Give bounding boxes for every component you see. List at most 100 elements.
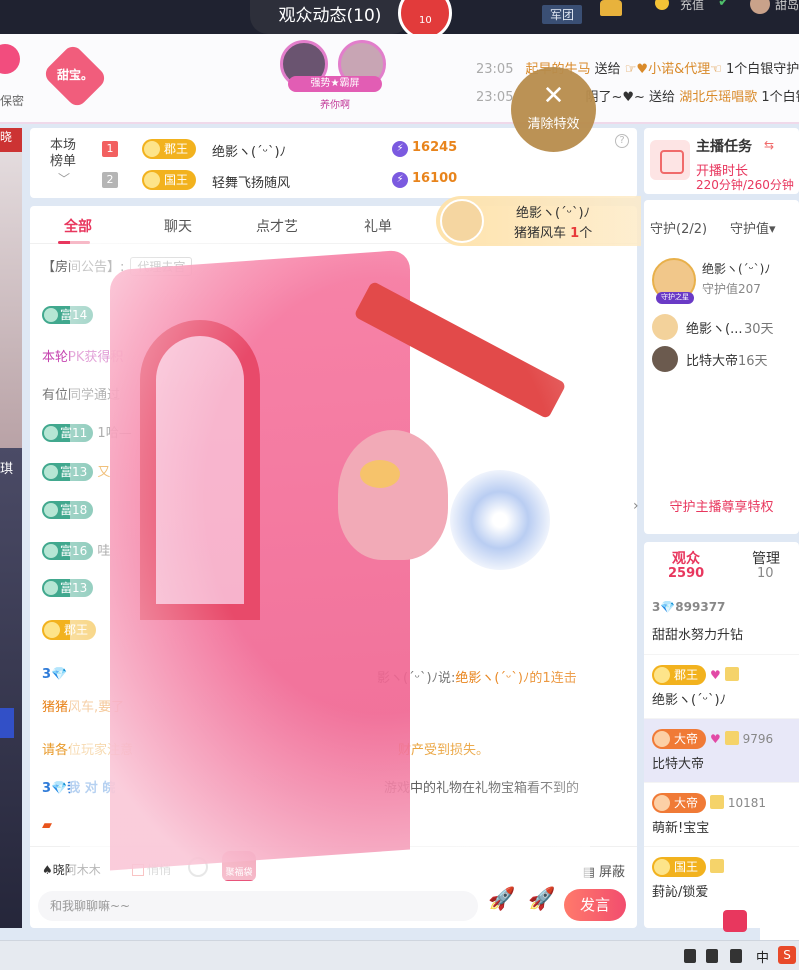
- rank-user-name[interactable]: 轻舞飞扬随风: [212, 172, 290, 191]
- gift-receiver[interactable]: 湖北乐瑶唱歌: [679, 90, 757, 105]
- tab-admin[interactable]: 管理: [752, 548, 780, 568]
- rocket-icon[interactable]: 🚀: [488, 887, 516, 917]
- audience-level: 3💎899377: [652, 600, 726, 614]
- ime-indicator[interactable]: 中: [756, 947, 769, 966]
- lucky-bag-label: 聚福袋: [225, 868, 253, 878]
- sender-avatar[interactable]: [440, 199, 484, 243]
- guard-name: 比特大帝: [686, 354, 739, 369]
- reply-message: 3💎我 对 皖: [42, 777, 115, 796]
- audience-row[interactable]: 大帝 10181 萌新!宝宝: [644, 782, 799, 846]
- gift-combo-text: 影ヽ(ˊᵕˋ)ﾉ说:绝影ヽ(ˊᵕˋ)ﾉ的1连击: [377, 667, 577, 686]
- host-task-card[interactable]: 主播任务 ⇆ 开播时长 220分钟/260分钟: [644, 128, 799, 194]
- admin-icon: [710, 859, 725, 873]
- tab-gift-list[interactable]: 礼单: [364, 216, 392, 236]
- noble-tag: 国王: [142, 170, 197, 190]
- admin-count: 10: [757, 566, 774, 581]
- chat-input-area: ♠晓阿木木 悄悄 聚福袋 ▤ 屏蔽 和我聊聊嘛~~ 🚀 🚀 发言: [30, 846, 637, 928]
- user-avatar[interactable]: [750, 0, 770, 14]
- system-message: 本轮PK获得积: [42, 350, 124, 365]
- check-icon: ✔: [718, 0, 730, 10]
- tab-talent[interactable]: 点才艺: [256, 216, 298, 236]
- gift-name: 1个白银: [761, 90, 799, 105]
- rank-user-name[interactable]: 绝影ヽ(ˊᵕˋ)ﾉ: [212, 141, 286, 160]
- close-icon: ✕: [542, 81, 565, 111]
- follow-button[interactable]: [0, 44, 20, 74]
- lock-icon[interactable]: [600, 0, 622, 16]
- ranking-row[interactable]: 2 国王 轻舞飞扬随风 ⚡ 16100: [102, 170, 522, 192]
- audience-level: 郡王 ♥: [652, 665, 739, 685]
- tab-chat[interactable]: 聊天: [164, 216, 192, 236]
- toast-gift-unit: 个: [579, 226, 593, 241]
- lucky-bag-button[interactable]: 聚福袋: [222, 851, 256, 881]
- chat-message: 富11 1哈—: [42, 422, 132, 442]
- cp-banner[interactable]: 强势★霸屏 养你啊: [250, 40, 420, 112]
- network-icon[interactable]: [706, 949, 718, 963]
- microphone-icon[interactable]: [684, 949, 696, 963]
- guard-privilege-link[interactable]: 守护主播尊享特权: [644, 496, 799, 515]
- video-side-button[interactable]: [0, 708, 14, 738]
- mention-chip[interactable]: ♠晓阿木木: [42, 861, 101, 878]
- guard-row[interactable]: 绝影ヽ(... 30天: [652, 314, 797, 340]
- gift-receiver[interactable]: ☞♥小诺&代理☜: [625, 62, 722, 77]
- admin-icon: [710, 795, 725, 809]
- chevron-right-icon[interactable]: ›: [633, 498, 639, 514]
- top-guard-name[interactable]: 绝影ヽ(ˊᵕˋ)ﾉ: [702, 260, 770, 277]
- guard-sort[interactable]: 守护值▾: [730, 218, 776, 237]
- guard-header[interactable]: 守护(2/2): [650, 218, 707, 237]
- top-bar: 观众动态(10) 10 军团 充值 ✔ 甜岛: [0, 0, 799, 40]
- noble-tag: 郡王: [42, 620, 97, 640]
- top-guard-avatar[interactable]: 守护之星: [652, 258, 696, 304]
- emoji-icon[interactable]: [188, 857, 208, 877]
- audience-name: 葑訫/锁爱: [652, 885, 709, 900]
- ranking-row[interactable]: 1 郡王 绝影ヽ(ˊᵕˋ)ﾉ ⚡ 16245: [102, 139, 522, 161]
- gift-toast: 绝影ヽ(ˊᵕˋ)ﾉ 猪猪风车 1个: [436, 196, 641, 246]
- block-label: 屏蔽: [598, 865, 625, 880]
- rocket-icon[interactable]: 🚀: [528, 887, 556, 917]
- chevron-down-icon[interactable]: ﹀: [58, 170, 70, 187]
- whisper-checkbox[interactable]: 悄悄: [132, 861, 171, 878]
- audience-row[interactable]: 国王 葑訫/锁爱: [644, 846, 799, 910]
- audience-row[interactable]: 3💎899377 甜甜水努力升钻: [644, 590, 799, 654]
- user-name[interactable]: 甜岛: [775, 0, 799, 13]
- toast-gift: 猪猪风车 1个: [514, 222, 592, 241]
- noble-tag: 大帝: [652, 729, 707, 749]
- wealth-badge: 富13: [42, 579, 94, 597]
- rank-score: 16245: [412, 140, 458, 155]
- chat-input[interactable]: 和我聊聊嘛~~: [38, 891, 478, 921]
- chat-message: 富18: [42, 501, 94, 519]
- megaphone-icon[interactable]: ▰: [42, 818, 52, 833]
- audience-id: 9796: [742, 732, 774, 746]
- send-button[interactable]: 发言: [564, 889, 626, 921]
- recharge-link[interactable]: 充值: [680, 0, 704, 13]
- combo-user[interactable]: 影ヽ(ˊᵕˋ)ﾉ说:: [377, 671, 455, 686]
- tab-all[interactable]: 全部: [64, 216, 92, 236]
- chat-panel: 全部 聊天 点才艺 礼单 【房间公告】: 代理去官 富14 本轮PK获得积 有位同…: [30, 206, 637, 928]
- task-title: 主播任务: [696, 139, 752, 155]
- notification-count: 10: [419, 15, 432, 26]
- announcement-pill[interactable]: 代理去官: [130, 257, 193, 276]
- guard-row[interactable]: 比特大帝 16天: [652, 346, 797, 372]
- announcement-label: 【房间公告】:: [42, 260, 125, 275]
- app-tray-icon[interactable]: S: [778, 946, 796, 964]
- audience-level: 大帝 10181: [652, 793, 766, 813]
- chat-bubble-icon[interactable]: [723, 910, 747, 932]
- checkbox-icon[interactable]: [132, 864, 144, 876]
- audience-activity-title[interactable]: 观众动态(10): [250, 0, 410, 34]
- army-button[interactable]: 军团: [542, 5, 583, 24]
- warning-message: 请各位玩家注意: [42, 743, 134, 758]
- clear-effect-button[interactable]: ✕ 清除特效: [511, 67, 596, 152]
- noble-tag: 郡王: [142, 139, 197, 159]
- avatar: [652, 314, 678, 340]
- volume-icon[interactable]: [730, 949, 742, 963]
- left-video-strip[interactable]: 晓 琪: [0, 128, 22, 928]
- audience-row[interactable]: 大帝 ♥ 9796 比特大帝: [644, 718, 799, 782]
- gift-action: 阴了~♥~ 送给: [585, 90, 676, 105]
- wealth-badge: 富18: [42, 501, 94, 519]
- help-icon[interactable]: ?: [615, 134, 629, 148]
- clear-effect-label: 清除特效: [527, 117, 580, 132]
- audience-row[interactable]: 郡王 ♥ 绝影ヽ(ˊᵕˋ)ﾉ: [644, 654, 799, 718]
- swap-icon[interactable]: ⇆: [764, 138, 774, 152]
- tab-audience[interactable]: 观众: [672, 548, 700, 568]
- block-effects-button[interactable]: ▤ 屏蔽: [583, 861, 625, 880]
- gift-time: 23:05: [476, 62, 514, 77]
